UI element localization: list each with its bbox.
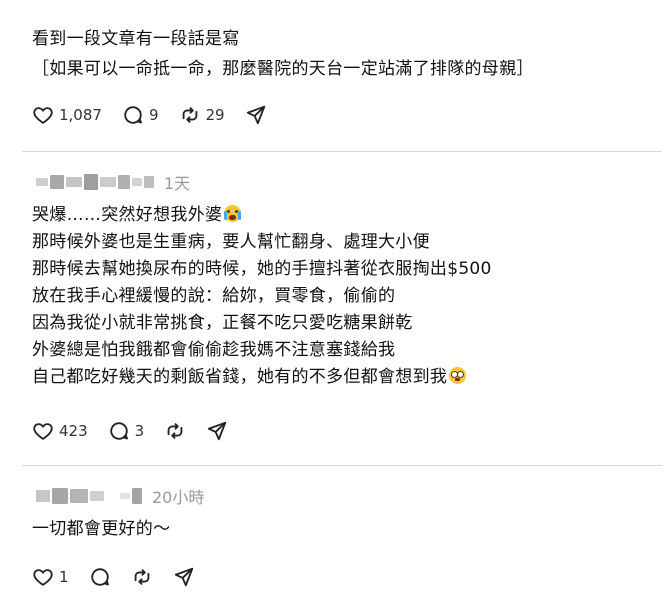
like-button[interactable]: 1: [32, 566, 69, 588]
share-icon: [208, 421, 227, 441]
reply-timestamp: 20小時: [152, 488, 205, 507]
reply-text-line: 一切都會更好的～: [32, 519, 171, 539]
like-count: 423: [59, 422, 88, 440]
reply-actions: 423 3: [32, 418, 248, 444]
share-button[interactable]: [173, 566, 195, 588]
comment-button[interactable]: 9: [122, 104, 159, 126]
reply-meta: 20小時: [36, 482, 204, 510]
reply-text-line: 外婆總是怕我餓都會偷偷趁我媽不注意塞錢給我: [32, 340, 396, 360]
like-button[interactable]: 1,087: [32, 104, 102, 126]
repost-icon: [167, 423, 183, 439]
reply-meta: 1天: [36, 168, 190, 196]
reply-text-line: 自己都吃好幾天的剩飯省錢，她有的不多但都會想到我: [32, 364, 467, 390]
heart-icon: [33, 423, 53, 440]
comment-button[interactable]: [89, 566, 111, 588]
repost-icon: [182, 107, 197, 123]
reply-text-line: 那時候外婆也是生重病，要人幫忙翻身、處理大小便: [32, 232, 430, 252]
post-text-line: 看到一段文章有一段話是寫: [32, 29, 240, 49]
heart-icon: [33, 107, 53, 124]
like-button[interactable]: 423: [32, 420, 88, 442]
username-redacted[interactable]: [36, 488, 144, 504]
share-button[interactable]: [206, 420, 228, 442]
reply-post: 1天 哭爆……突然好想我外婆 那時候外婆也是生重病，要人幫忙翻身、處理大小便 那…: [0, 152, 664, 462]
crying-face-emoji: [224, 205, 242, 222]
comment-icon: [90, 568, 109, 586]
reply-post: 20小時 一切都會更好的～ 1: [0, 466, 664, 598]
repost-icon: [134, 569, 149, 585]
post-actions: 1,087 9 29: [32, 102, 287, 128]
like-count: 1,087: [59, 106, 102, 124]
comment-count: 3: [134, 422, 145, 440]
heart-icon: [33, 569, 53, 586]
post-text-line: ［如果可以一命抵一命，那麼醫院的天台一定站滿了排隊的母親］: [32, 59, 534, 79]
comment-icon: [124, 106, 142, 124]
username-redacted[interactable]: [36, 174, 156, 190]
comment-button[interactable]: 3: [108, 420, 145, 442]
reply-text-line: 哭爆……突然好想我外婆: [32, 202, 242, 228]
share-button[interactable]: [245, 104, 267, 126]
repost-button[interactable]: 29: [179, 104, 225, 126]
like-count: 1: [59, 568, 69, 586]
reply-actions: 1: [32, 564, 215, 590]
repost-button[interactable]: [164, 420, 186, 442]
share-icon: [246, 105, 265, 125]
reply-text-line: 放在我手心裡緩慢的說：給妳，買零食，偷偷的: [32, 286, 396, 306]
comment-icon: [110, 422, 128, 440]
reply-text-line: 因為我從小就非常挑食，正餐不吃只愛吃糖果餅乾: [32, 313, 413, 333]
reply-timestamp: 1天: [164, 174, 191, 193]
reply-text-line: 那時候去幫她換尿布的時候，她的手擅抖著從衣服掏出$500: [32, 259, 492, 279]
teary-pleading-face-emoji: [449, 367, 467, 384]
comment-count: 9: [148, 106, 159, 124]
repost-button[interactable]: [131, 566, 153, 588]
post-main: 看到一段文章有一段話是寫 ［如果可以一命抵一命，那麼醫院的天台一定站滿了排隊的母…: [0, 0, 664, 150]
repost-count: 29: [205, 106, 225, 124]
share-icon: [174, 567, 193, 587]
